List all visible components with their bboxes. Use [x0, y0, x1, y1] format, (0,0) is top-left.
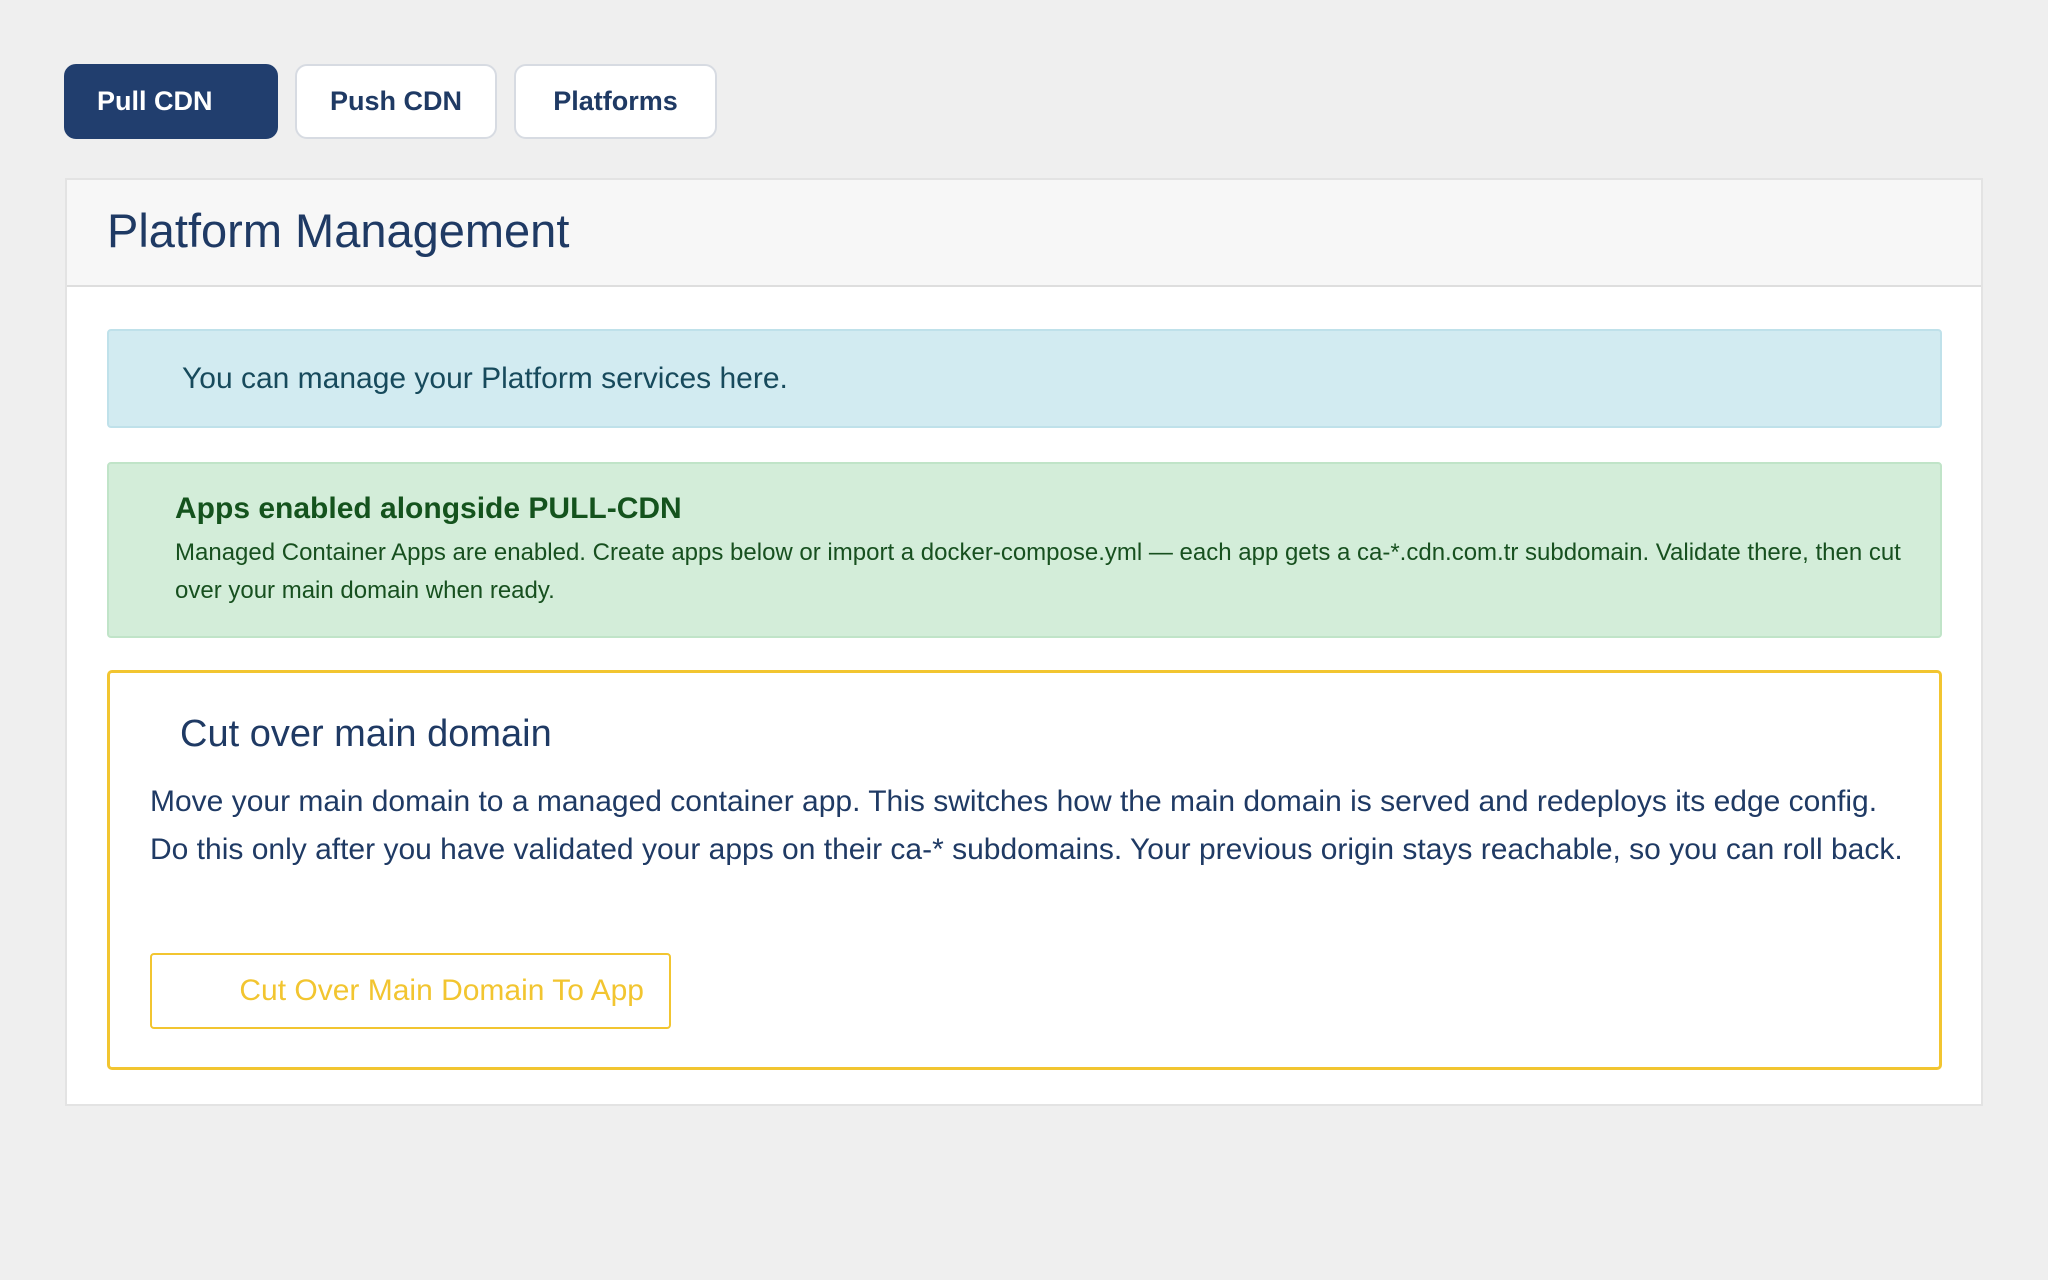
apps-enabled-body: Managed Container Apps are enabled. Crea…	[175, 539, 1901, 604]
cutover-card: Cut over main domain Move your main doma…	[107, 670, 1942, 1070]
apps-enabled-title: Apps enabled alongside PULL-CDN	[175, 492, 682, 525]
tab-pull-cdn[interactable]: Pull CDN	[64, 64, 278, 139]
platform-management-panel: Platform Management You can manage your …	[65, 178, 1983, 1106]
tab-platforms[interactable]: Platforms	[514, 64, 717, 139]
page-title: Platform Management	[107, 204, 570, 257]
panel-header: Platform Management	[67, 180, 1981, 287]
info-alert: You can manage your Platform services he…	[107, 329, 1942, 428]
info-alert-text: You can manage your Platform services he…	[182, 361, 788, 395]
apps-enabled-alert: Apps enabled alongside PULL-CDN Managed …	[107, 462, 1942, 638]
cutover-description: Move your main domain to a managed conta…	[150, 785, 1903, 866]
cutover-title: Cut over main domain	[180, 713, 552, 755]
cutover-main-domain-button[interactable]: Cut Over Main Domain To App	[150, 953, 671, 1029]
tab-push-cdn[interactable]: Push CDN	[295, 64, 497, 139]
cdn-tabs: Pull CDN Push CDN Platforms	[64, 64, 717, 139]
